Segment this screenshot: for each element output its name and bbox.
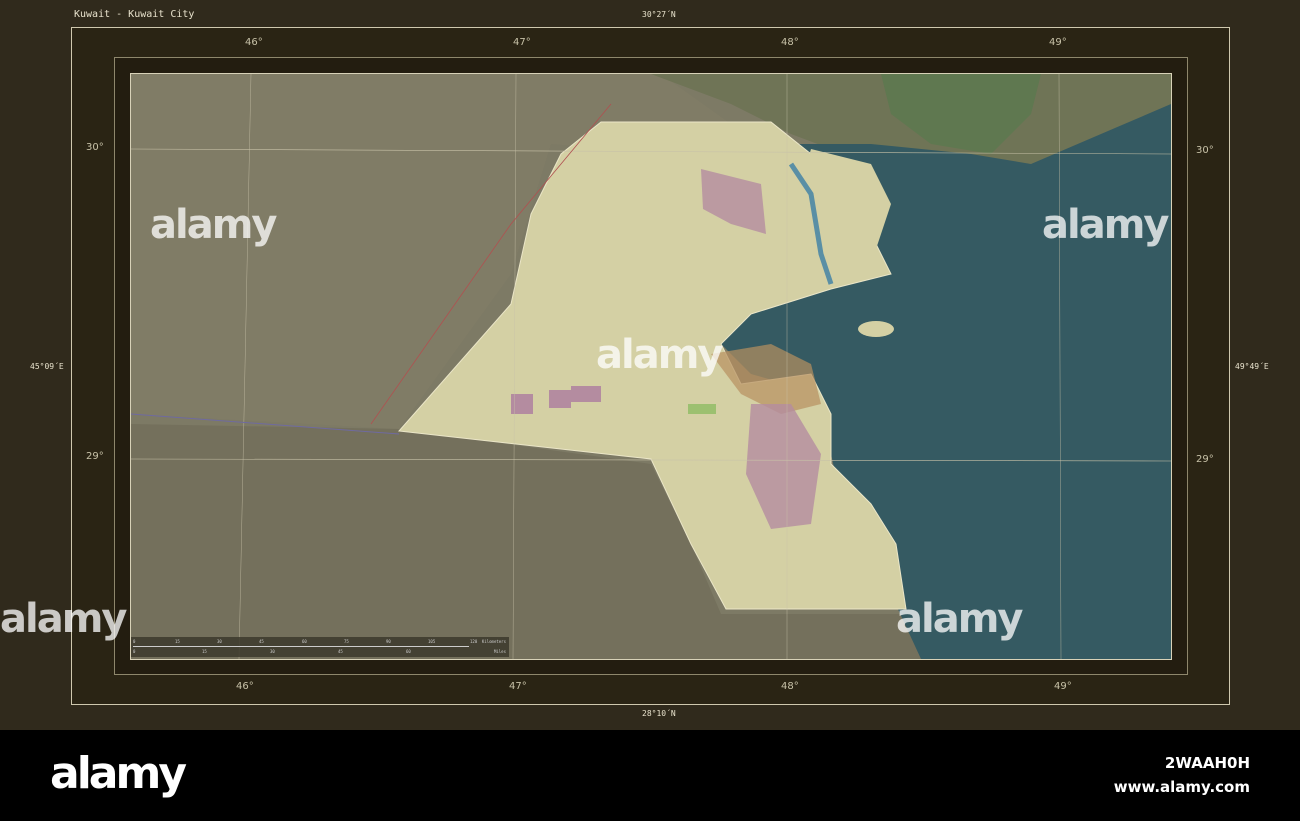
scale-km: 0 <box>133 639 136 644</box>
lon-tick-bottom: 47° <box>509 681 527 692</box>
scale-mi-label: Miles <box>493 649 506 654</box>
scale-km: 45 <box>259 639 264 644</box>
footer-bar: alamy 2WAAH0H www.alamy.com <box>0 730 1300 821</box>
lon-tick-top: 48° <box>781 37 799 48</box>
lat-tick-right: 29° <box>1196 454 1214 465</box>
watermark: alamy <box>0 596 127 642</box>
scale-km-label: Kilometers <box>481 639 506 644</box>
map-frame: Kuwait - Kuwait City 30°27´N 28°10´N 45°… <box>0 0 1300 730</box>
scale-km: 75 <box>344 639 349 644</box>
scale-km: 105 <box>428 639 436 644</box>
scale-mi: 30 <box>270 649 275 654</box>
lat-tick-left: 29° <box>86 451 104 462</box>
scale-mi: 45 <box>338 649 343 654</box>
scale-mi: 15 <box>202 649 207 654</box>
south-bound: 28°10´N <box>642 709 676 718</box>
scale-km: 60 <box>302 639 307 644</box>
scale-bar: Kilometers Miles 0 15 30 45 60 75 90 105… <box>131 637 509 657</box>
lon-tick-top: 49° <box>1049 37 1067 48</box>
watermark: alamy <box>1042 202 1169 248</box>
scale-km: 15 <box>175 639 180 644</box>
watermark: alamy <box>596 332 723 378</box>
lon-tick-top: 46° <box>245 37 263 48</box>
map-title: Kuwait - Kuwait City <box>74 9 195 20</box>
watermark: alamy <box>896 596 1023 642</box>
lon-tick-bottom: 46° <box>236 681 254 692</box>
lat-tick-right: 30° <box>1196 145 1214 156</box>
east-bound: 49°49´E <box>1235 362 1269 371</box>
lat-tick-left: 30° <box>86 142 104 153</box>
west-bound: 45°09´E <box>30 362 64 371</box>
scale-km: 120 <box>470 639 478 644</box>
scale-km: 30 <box>217 639 222 644</box>
lon-tick-top: 47° <box>513 37 531 48</box>
scale-km: 90 <box>386 639 391 644</box>
scale-mi: 60 <box>406 649 411 654</box>
site-url: www.alamy.com <box>1113 778 1250 796</box>
alamy-logo: alamy <box>50 748 187 799</box>
watermark: alamy <box>150 202 277 248</box>
lon-tick-bottom: 48° <box>781 681 799 692</box>
image-id: 2WAAH0H <box>1164 754 1250 772</box>
north-bound: 30°27´N <box>642 10 676 19</box>
scale-mi: 0 <box>133 649 136 654</box>
lon-tick-bottom: 49° <box>1054 681 1072 692</box>
